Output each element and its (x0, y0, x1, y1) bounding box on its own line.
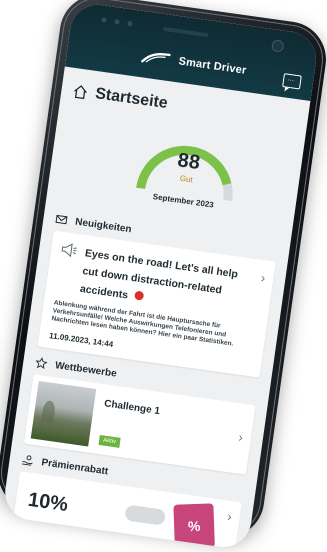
front-camera (270, 39, 285, 53)
alert-dot-icon (133, 290, 145, 301)
chevron-right-icon: › (259, 269, 267, 286)
news-card[interactable]: › Eyes on the road! Let's all help cut d… (37, 230, 276, 378)
road-logo-icon (141, 52, 171, 63)
mail-icon (55, 214, 68, 225)
app-screen: Smart Driver ··· Startseite 88 Gut Septe… (1, 1, 320, 551)
hand-coin-icon (22, 455, 33, 466)
challenge-photo (30, 380, 97, 447)
status-badge: Aktiv (98, 434, 121, 448)
chevron-right-icon: › (226, 508, 233, 525)
chat-icon[interactable]: ··· (282, 73, 302, 90)
news-section-title: Neuigkeiten (74, 216, 133, 235)
megaphone-icon (61, 243, 77, 258)
premium-percent: 10% (26, 488, 70, 517)
phone-frame: Smart Driver ··· Startseite 88 Gut Septe… (0, 0, 327, 551)
star-icon (35, 357, 48, 370)
premium-section-title: Prämienrabatt (40, 456, 109, 477)
chevron-right-icon: › (237, 429, 244, 445)
speaker-grille (162, 26, 209, 38)
news-title: Eyes on the road! Let's all help cut dow… (79, 247, 239, 302)
camera-dots (101, 17, 133, 27)
percent-tile: % (173, 503, 215, 549)
competitions-section-title: Wettbewerbe (54, 359, 118, 380)
challenge-title: Challenge 1 (103, 398, 161, 418)
app-brand: Smart Driver (140, 49, 247, 78)
cloud-graphic (124, 504, 167, 526)
home-icon (74, 85, 87, 100)
challenge-info: Challenge 1 Aktiv (98, 390, 162, 455)
app-name: Smart Driver (177, 55, 248, 77)
